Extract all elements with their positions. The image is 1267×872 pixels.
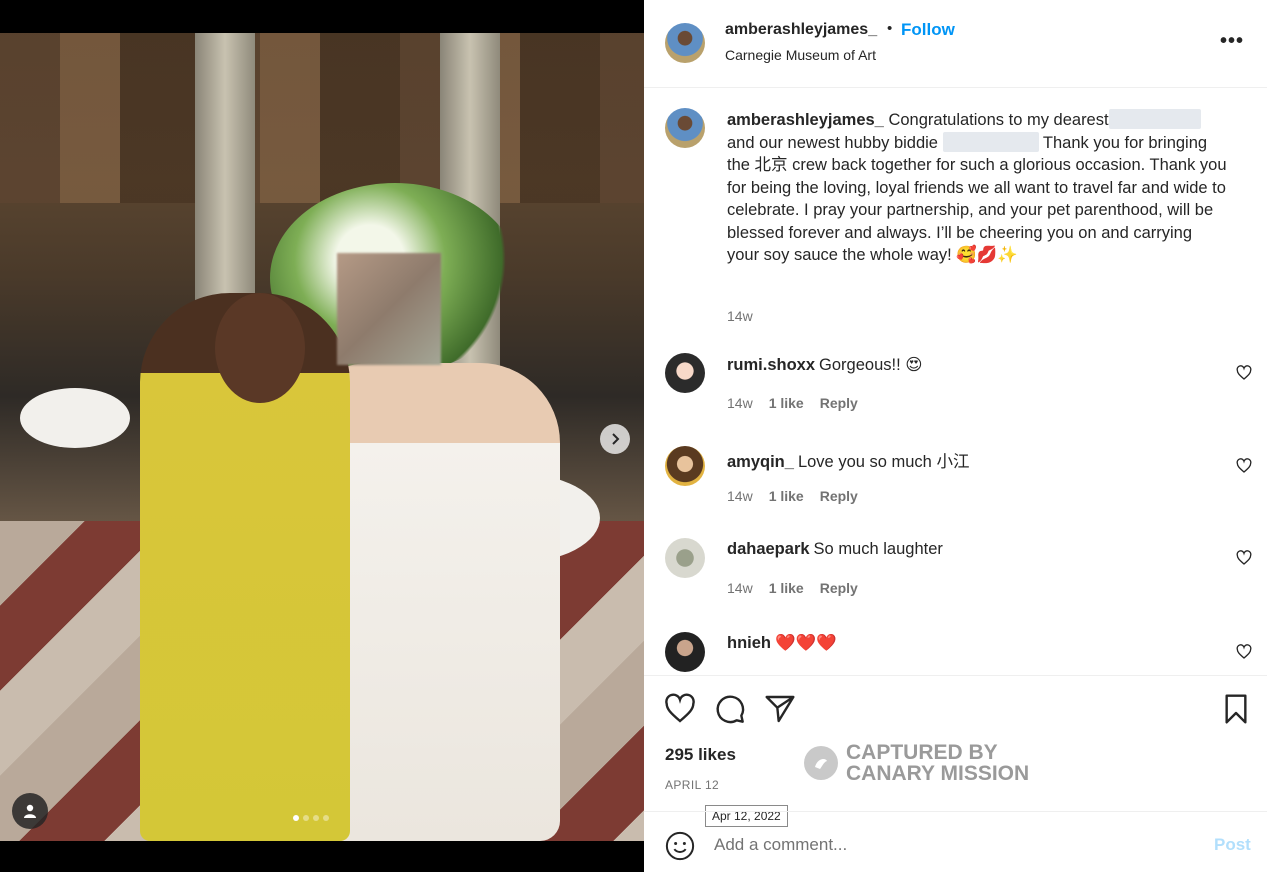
post-media [0, 0, 644, 872]
comment-timestamp[interactable]: 14w [727, 488, 753, 504]
commenter-username[interactable]: rumi.shoxx [727, 356, 815, 374]
bird-icon [815, 759, 827, 769]
follow-button[interactable]: Follow [901, 20, 955, 40]
carousel-dot [303, 815, 309, 821]
commenter-username[interactable]: amyqin_ [727, 453, 794, 471]
comment-body: ❤️❤️❤️ [775, 634, 837, 652]
carousel-dots [293, 815, 329, 821]
comment-input[interactable] [714, 832, 1174, 858]
comment-icon[interactable] [714, 693, 746, 725]
comment-meta: 14w 1 like Reply [727, 488, 858, 504]
comment-meta: 14w 1 like Reply [727, 580, 858, 596]
redacted-name [942, 131, 1039, 152]
caption-timestamp[interactable]: 14w [727, 308, 753, 324]
comment-timestamp[interactable]: 14w [727, 395, 753, 411]
post-sidebar: amberashleyjames_ • Follow Carnegie Muse… [644, 0, 1267, 872]
redacted-name [1108, 109, 1201, 129]
commenter-avatar[interactable] [665, 538, 705, 578]
comment-item: amyqin_ Love you so much 小江 14w 1 like Re… [644, 446, 1267, 526]
reply-button[interactable]: Reply [820, 580, 858, 596]
reply-button[interactable]: Reply [820, 395, 858, 411]
comment-text: amyqin_ Love you so much 小江 [727, 448, 969, 472]
carousel-dot [323, 815, 329, 821]
comment-text: dahaepark So much laughter [727, 540, 943, 559]
caption-part-2: and our newest hubby biddie [727, 133, 938, 152]
like-heart-icon[interactable] [664, 693, 696, 725]
commenter-username[interactable]: dahaepark [727, 540, 810, 558]
photo-ceiling [0, 33, 644, 203]
emoji-icon[interactable] [665, 831, 695, 861]
comment-body: Love you so much 小江 [797, 453, 970, 471]
post-header: amberashleyjames_ • Follow Carnegie Muse… [644, 0, 1267, 88]
commenter-avatar[interactable] [665, 353, 705, 393]
tagged-users-button[interactable] [12, 793, 48, 829]
comment-likes[interactable]: 1 like [769, 395, 804, 411]
caption-author-avatar[interactable] [665, 108, 705, 148]
photo-person-head [215, 293, 305, 403]
comment-likes[interactable]: 1 like [769, 580, 804, 596]
commenter-avatar[interactable] [665, 446, 705, 486]
watermark-text: CAPTURED BY CANARY MISSION [846, 742, 1029, 784]
comment-item: dahaepark So much laughter 14w 1 like Rep… [644, 538, 1267, 618]
more-icon: ••• [1220, 30, 1245, 52]
like-comment-heart-icon[interactable] [1236, 644, 1252, 660]
comment-text: rumi.shoxx Gorgeous!! 😍 [727, 355, 922, 375]
user-tag-icon [24, 804, 36, 818]
more-options-button[interactable]: ••• [1220, 30, 1244, 53]
comment-bar: Post [644, 811, 1267, 872]
comment-body: Gorgeous!! 😍 [819, 356, 923, 374]
watermark: CAPTURED BY CANARY MISSION [804, 742, 1029, 784]
like-comment-heart-icon[interactable] [1236, 458, 1252, 474]
post-date[interactable]: APRIL 12 [665, 778, 719, 792]
share-icon[interactable] [764, 693, 796, 725]
comment-likes[interactable]: 1 like [769, 488, 804, 504]
canary-logo [804, 746, 838, 780]
photo-blurred-face [337, 253, 441, 365]
reply-button[interactable]: Reply [820, 488, 858, 504]
comment-body: So much laughter [813, 540, 943, 558]
next-photo-button[interactable] [600, 424, 630, 454]
comments-list: amberashleyjames_ Congratulations to my … [644, 89, 1267, 675]
post-photo[interactable] [0, 33, 644, 841]
post-location[interactable]: Carnegie Museum of Art [725, 47, 876, 63]
post-comment-button[interactable]: Post [1214, 835, 1251, 855]
like-comment-heart-icon[interactable] [1236, 550, 1252, 566]
author-avatar[interactable] [665, 23, 705, 63]
carousel-dot [313, 815, 319, 821]
likes-count[interactable]: 295 likes [665, 745, 736, 765]
watermark-line-2: CANARY MISSION [846, 762, 1030, 785]
commenter-avatar[interactable] [665, 632, 705, 672]
caption-text: amberashleyjames_ Congratulations to my … [727, 109, 1227, 267]
like-comment-heart-icon[interactable] [1236, 365, 1252, 381]
author-username[interactable]: amberashleyjames_ [725, 21, 877, 39]
bookmark-icon[interactable] [1220, 693, 1252, 725]
caption-part-3: Thank you for bringing the 北京 crew back … [727, 133, 1227, 265]
comment-item: rumi.shoxx Gorgeous!! 😍 14w 1 like Reply [644, 353, 1267, 433]
comment-text: hnieh ❤️❤️❤️ [727, 634, 837, 653]
header-separator: • [887, 20, 893, 37]
caption-emojis: 🥰💋✨ [956, 246, 1018, 264]
post-actions: 295 likes APRIL 12 CAPTURED BY CANARY MI… [644, 675, 1267, 827]
comment-timestamp[interactable]: 14w [727, 580, 753, 596]
caption-username[interactable]: amberashleyjames_ [727, 111, 884, 129]
watermark-line-1: CAPTURED BY [846, 741, 998, 764]
carousel-dot [293, 815, 299, 821]
commenter-username[interactable]: hnieh [727, 634, 771, 652]
photo-table [20, 388, 130, 448]
caption-part-1: Congratulations to my dearest [888, 111, 1109, 129]
comment-meta: 14w 1 like Reply [727, 395, 858, 411]
chevron-right-icon [612, 433, 620, 445]
comment-item: hnieh ❤️❤️❤️ [644, 632, 1267, 675]
